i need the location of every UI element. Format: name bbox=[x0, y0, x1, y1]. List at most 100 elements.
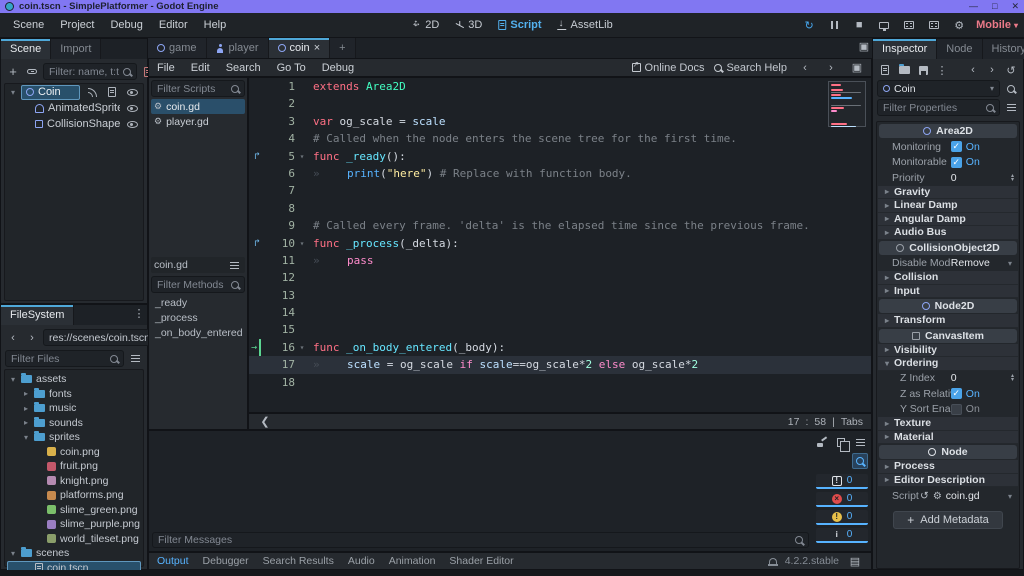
group-editor-description[interactable]: ▸Editor Description bbox=[878, 474, 1018, 488]
chevron-icon[interactable]: ▸ bbox=[22, 389, 30, 398]
bottom-tab-animation[interactable]: Animation bbox=[389, 555, 436, 567]
code-line-12[interactable]: 12 bbox=[249, 269, 871, 286]
menu-debug[interactable]: Debug bbox=[103, 17, 149, 33]
code-line-17[interactable]: 17»scale = og_scale if scale==og_scale*2… bbox=[249, 356, 871, 373]
fs-item-music[interactable]: ▸music bbox=[7, 401, 141, 416]
close-button[interactable]: ✕ bbox=[1011, 1, 1019, 12]
filter-scripts-input[interactable]: Filter Scripts bbox=[151, 80, 245, 97]
code-line-7[interactable]: 7 bbox=[249, 182, 871, 199]
menu-scene[interactable]: Scene bbox=[6, 17, 51, 33]
code-line-1[interactable]: 1extends Area2D bbox=[249, 78, 871, 95]
code-line-8[interactable]: 8 bbox=[249, 200, 871, 217]
code-line-9[interactable]: 9# Called every frame. 'delta' is the el… bbox=[249, 217, 871, 234]
code-editor[interactable]: 1extends Area2D23var og_scale = scale4# … bbox=[248, 77, 872, 413]
code-line-3[interactable]: 3var og_scale = scale bbox=[249, 113, 871, 130]
checkbox-checked[interactable]: ✓ bbox=[951, 157, 962, 168]
group-process[interactable]: ▸Process bbox=[878, 460, 1018, 474]
eye-icon[interactable] bbox=[124, 116, 140, 132]
fold-arrow-icon[interactable]: ▾ bbox=[295, 235, 309, 252]
movie-maker-icon[interactable] bbox=[901, 17, 917, 33]
spinbox-arrows-icon[interactable]: ▴▾ bbox=[1011, 174, 1014, 182]
chevron-icon[interactable]: ▸ bbox=[22, 418, 30, 427]
add-metadata-button[interactable]: +Add Metadata bbox=[893, 511, 1003, 529]
script-field[interactable]: ↺⚙coin.gd▾ bbox=[920, 490, 1018, 502]
run-settings-icon[interactable]: ⚙ bbox=[951, 17, 967, 33]
save-resource-icon[interactable] bbox=[915, 62, 931, 78]
tab-node[interactable]: Node bbox=[937, 39, 982, 59]
group-material[interactable]: ▸Material bbox=[878, 431, 1018, 445]
editor-menu-edit[interactable]: Edit bbox=[183, 62, 218, 74]
clear-output-icon[interactable] bbox=[814, 434, 830, 450]
code-line-2[interactable]: 2 bbox=[249, 95, 871, 112]
scene-tab-game[interactable]: game bbox=[148, 38, 207, 58]
code-line-15[interactable]: 15 bbox=[249, 321, 871, 338]
dropdown-field[interactable]: Remove▾ bbox=[951, 257, 1018, 269]
chevron-icon[interactable]: ▾ bbox=[9, 375, 17, 384]
filter-messages-input[interactable]: Filter Messages bbox=[152, 532, 809, 548]
code-minimap[interactable] bbox=[828, 81, 866, 127]
fs-filter-input[interactable]: Filter Files bbox=[5, 350, 124, 367]
fs-item-sounds[interactable]: ▸sounds bbox=[7, 416, 141, 431]
chevron-icon[interactable]: ▾ bbox=[9, 549, 17, 558]
fold-arrow-icon[interactable]: ▾ bbox=[295, 148, 309, 165]
message-filter-error[interactable]: ×0 bbox=[816, 492, 868, 507]
engine-version-label[interactable]: 4.2.2.stable bbox=[785, 555, 839, 567]
tab-import[interactable]: Import bbox=[51, 39, 101, 59]
fs-item-world_tileset-png[interactable]: world_tileset.png bbox=[7, 532, 141, 547]
bottom-tab-debugger[interactable]: Debugger bbox=[203, 555, 249, 567]
distraction-free-icon[interactable]: ▣ bbox=[856, 38, 872, 54]
method-sort-icon[interactable] bbox=[226, 257, 242, 273]
tab-scene[interactable]: Scene bbox=[1, 39, 51, 59]
code-line-10[interactable]: ↱10▾func _process(_delta): bbox=[249, 235, 871, 252]
bottom-tab-search-results[interactable]: Search Results bbox=[263, 555, 334, 567]
checkbox-unchecked[interactable] bbox=[951, 404, 962, 415]
group-ordering[interactable]: ▾Ordering bbox=[878, 357, 1018, 371]
fs-item-slime_purple-png[interactable]: slime_purple.png bbox=[7, 517, 141, 532]
bottom-tab-output[interactable]: Output bbox=[157, 555, 189, 567]
fs-item-knight-png[interactable]: knight.png bbox=[7, 474, 141, 489]
property-tools-icon[interactable] bbox=[1003, 100, 1019, 116]
tab-filesystem[interactable]: FileSystem bbox=[1, 305, 74, 325]
scene-filter-input[interactable]: Filter: name, t:t bbox=[43, 63, 137, 80]
inspector-history-icon[interactable]: ↺ bbox=[1003, 62, 1019, 78]
fs-item-slime_green-png[interactable]: slime_green.png bbox=[7, 503, 141, 518]
minimize-button[interactable]: — bbox=[969, 1, 978, 12]
movie-writer-icon[interactable] bbox=[926, 17, 942, 33]
message-filter-all[interactable]: !0 bbox=[816, 474, 868, 489]
editor-menu-go-to[interactable]: Go To bbox=[269, 62, 314, 74]
editor-menu-file[interactable]: File bbox=[149, 62, 183, 74]
fs-item-fruit-png[interactable]: fruit.png bbox=[7, 459, 141, 474]
fs-path-field[interactable]: res://scenes/coin.tscn bbox=[43, 329, 156, 346]
play-icon[interactable]: ↻ bbox=[801, 17, 817, 33]
pause-icon[interactable] bbox=[826, 17, 842, 33]
group-gravity[interactable]: ▸Gravity bbox=[878, 186, 1018, 200]
float-panel-icon[interactable]: ▣ bbox=[849, 60, 865, 76]
chevron-icon[interactable]: ▾ bbox=[22, 433, 30, 442]
revert-icon[interactable]: ↺ bbox=[920, 490, 929, 502]
number-field[interactable]: 0▴▾ bbox=[951, 372, 1018, 384]
menu-editor[interactable]: Editor bbox=[152, 17, 195, 33]
code-line-13[interactable]: 13 bbox=[249, 287, 871, 304]
scene-node-animatedsprite2d[interactable]: AnimatedSprite2D bbox=[5, 100, 143, 116]
fs-item-fonts[interactable]: ▸fonts bbox=[7, 387, 141, 402]
editor-menu-search[interactable]: Search bbox=[218, 62, 269, 74]
maximize-button[interactable]: □ bbox=[992, 1, 997, 12]
nav-forward-icon[interactable]: › bbox=[24, 330, 40, 346]
editor-menu-debug[interactable]: Debug bbox=[314, 62, 362, 74]
filter-properties-input[interactable]: Filter Properties bbox=[877, 99, 1000, 116]
tab-history[interactable]: History bbox=[983, 39, 1024, 59]
filter-methods-input[interactable]: Filter Methods bbox=[151, 276, 245, 293]
fs-sort-icon[interactable] bbox=[127, 351, 143, 367]
method-item-_ready[interactable]: _ready bbox=[151, 295, 245, 310]
remote-debug-icon[interactable] bbox=[876, 17, 892, 33]
checkbox-checked[interactable]: ✓ bbox=[951, 388, 962, 399]
history-back-icon[interactable]: ‹ bbox=[797, 60, 813, 76]
inspector-back-icon[interactable]: ‹ bbox=[965, 62, 981, 78]
load-resource-icon[interactable] bbox=[896, 62, 912, 78]
workspace-3d[interactable]: 3D bbox=[450, 17, 487, 33]
fs-item-assets[interactable]: ▾assets bbox=[7, 372, 141, 387]
add-node-button[interactable]: + bbox=[5, 64, 21, 80]
new-resource-icon[interactable] bbox=[877, 62, 893, 78]
instance-scene-button[interactable] bbox=[24, 64, 40, 80]
fs-item-platforms-png[interactable]: platforms.png bbox=[7, 488, 141, 503]
